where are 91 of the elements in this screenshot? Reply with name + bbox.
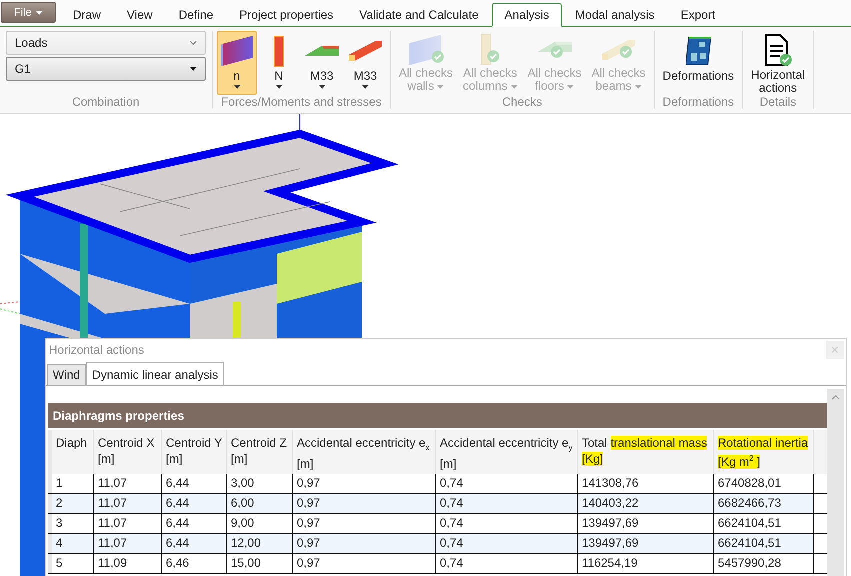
group-label: Deformations	[662, 96, 736, 109]
table-cell: 6,44	[162, 494, 227, 514]
table-cell: 139497,69	[578, 514, 714, 534]
table-cell: 9,00	[227, 514, 293, 534]
table-cell: 0,97	[293, 494, 436, 514]
column-header: Total translational mass [Kg]	[578, 430, 714, 474]
beam-icon	[349, 41, 382, 61]
table-cell: 11,07	[94, 474, 162, 494]
building-icon	[686, 37, 711, 65]
beam-check-icon	[602, 40, 636, 60]
dialog-tab[interactable]: Dynamic linear analysis	[86, 362, 224, 386]
table-cell: 0,74	[436, 474, 578, 494]
combo-box[interactable]: G1	[6, 57, 206, 81]
table-cell: 11,07	[94, 514, 162, 534]
caret-icon	[36, 10, 43, 14]
column-icon	[274, 36, 284, 66]
section-header: Diaphragms properties	[48, 403, 827, 428]
table-cell: 2	[52, 494, 94, 514]
group-label: Checks	[501, 96, 544, 109]
table-cell: 1	[52, 474, 94, 494]
document-check-icon	[764, 34, 792, 67]
table-cell: 11,07	[94, 494, 162, 514]
column-header: Centroid X [m]	[94, 430, 162, 474]
table-cell: 116254,19	[578, 554, 714, 574]
ribbon-tab[interactable]: Validate and Calculate	[346, 3, 492, 27]
table-cell: 6,44	[162, 534, 227, 554]
ribbon-tab[interactable]: View	[114, 3, 166, 27]
column-header: Diaph	[52, 430, 94, 474]
table-cell: 0,74	[436, 514, 578, 534]
table-cell: 6740828,01	[714, 474, 814, 494]
table-cell: 12,00	[227, 534, 293, 554]
table-cell: 4	[52, 534, 94, 554]
table-cell: 6,00	[227, 494, 293, 514]
table-cell: 6,44	[162, 474, 227, 494]
scrollbar[interactable]	[827, 389, 844, 576]
ribbon-tab[interactable]: Modal analysis	[562, 3, 668, 27]
table-cell: 6624104,51	[714, 534, 814, 554]
table-cell: 3	[52, 514, 94, 534]
ribbon-button[interactable]: M33	[345, 31, 386, 95]
table-cell: 0,97	[293, 534, 436, 554]
table-cell: 139497,69	[578, 534, 714, 554]
table-cell: 140403,22	[578, 494, 714, 514]
close-icon	[832, 347, 838, 353]
column-header: Centroid Z [m]	[227, 430, 293, 474]
table-cell: 6682466,73	[714, 494, 814, 514]
ribbon-tab[interactable]: Draw	[60, 3, 114, 27]
ribbon-tab[interactable]: Project properties	[226, 3, 347, 27]
group-label: Forces/Moments and stresses	[220, 96, 383, 109]
table-cell: 0,74	[436, 554, 578, 574]
ribbon-button[interactable]: Deformations	[658, 31, 738, 95]
table-cell: 0,97	[293, 514, 436, 534]
group-label: Combination	[71, 96, 141, 109]
wall-icon	[221, 36, 253, 66]
slab-icon	[305, 46, 339, 56]
group-label: Details	[758, 96, 798, 109]
ribbon-tab[interactable]: Export	[668, 3, 728, 27]
wall-check-icon	[408, 34, 444, 64]
ribbon-tab[interactable]: Analysis	[492, 3, 562, 27]
table-cell: 5	[52, 554, 94, 574]
file-menu-button[interactable]: File	[1, 2, 56, 23]
table-cell: 0,97	[293, 474, 436, 494]
column-header: Centroid Y [m]	[162, 430, 227, 474]
slab-check-icon	[538, 42, 572, 58]
chevron-down-icon	[190, 40, 197, 46]
ribbon-tab[interactable]: Define	[166, 3, 226, 27]
table-cell: 5457990,28	[714, 554, 814, 574]
table-cell: 0,74	[436, 494, 578, 514]
column-header: Accidental eccentricity e$_{y}$ [m]	[436, 430, 578, 474]
table-cell: 11,09	[94, 554, 162, 574]
table-cell: 15,00	[227, 554, 293, 574]
ribbon-button[interactable]: Horizontal actions	[747, 31, 810, 95]
table-cell: 0,74	[436, 534, 578, 554]
dialog-tab[interactable]: Wind	[47, 364, 86, 385]
ribbon-button[interactable]: M33	[301, 31, 343, 95]
column-header: Rotational inertia [Kg m$^{2}$ ]	[714, 430, 814, 474]
table-cell: 11,07	[94, 534, 162, 554]
table-cell: 6,46	[162, 554, 227, 574]
table-cell: 6,44	[162, 514, 227, 534]
ribbon-button[interactable]: n	[217, 31, 257, 95]
column-header: Accidental eccentricity e$_{x}$ [m]	[293, 430, 436, 474]
table-cell: 0,97	[293, 554, 436, 574]
caret-icon	[190, 67, 197, 71]
window-title: Horizontal actions	[49, 343, 144, 357]
close-button[interactable]	[826, 341, 844, 359]
table-cell: 3,00	[227, 474, 293, 494]
combo-box[interactable]: Loads	[6, 31, 206, 55]
chevron-up-icon	[832, 395, 840, 400]
ribbon-button[interactable]: N	[259, 31, 299, 95]
column-check-icon	[480, 34, 500, 65]
table-cell: 141308,76	[578, 474, 714, 494]
table-cell: 6624104,51	[714, 514, 814, 534]
